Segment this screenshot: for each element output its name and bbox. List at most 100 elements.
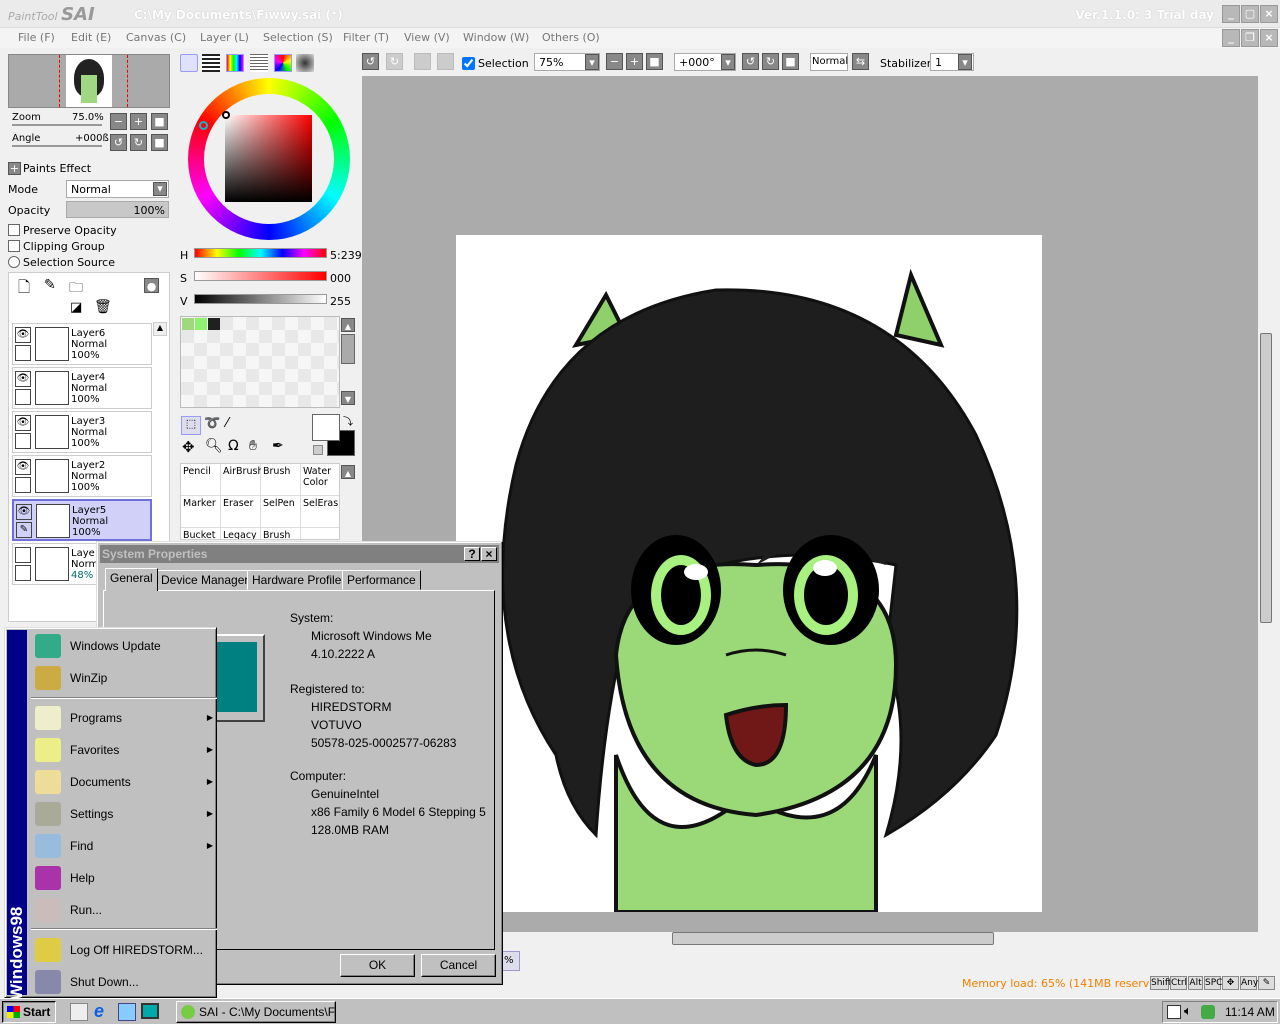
visibility-toggle[interactable] <box>15 547 31 563</box>
clock[interactable]: 11:14 AM <box>1225 1005 1275 1019</box>
dialog-close-button[interactable]: × <box>481 547 497 561</box>
tab-general[interactable]: General <box>105 568 158 591</box>
layer-lock-toggle[interactable] <box>15 565 31 581</box>
eye-icon[interactable]: 👁︎ <box>16 504 32 520</box>
deselect-button[interactable] <box>414 53 431 70</box>
saturation-slider[interactable] <box>194 271 327 281</box>
zoom-out-button[interactable]: − <box>606 53 623 70</box>
swatch-scroll-up[interactable]: ▲ <box>341 318 355 332</box>
undo-button[interactable]: ↺ <box>362 53 379 70</box>
menu-edit[interactable]: Edit (E) <box>71 31 111 44</box>
expand-plus-icon[interactable]: + <box>8 162 21 175</box>
start-button[interactable]: Start <box>2 1001 56 1023</box>
scratchpad-tab-icon[interactable] <box>296 54 314 72</box>
color-swatch[interactable] <box>208 318 220 330</box>
tab-hardware-profiles[interactable]: Hardware Profiles <box>247 570 353 590</box>
menu-view[interactable]: View (V) <box>404 31 450 44</box>
swap-colors-icon[interactable]: ⤵ <box>343 413 353 428</box>
start-menu-item[interactable]: Windows Update <box>29 630 217 662</box>
doc-restore-button[interactable]: ❐ <box>1241 29 1259 47</box>
lasso-tool[interactable]: ➰ <box>204 416 220 431</box>
swatch-scrollbar-thumb[interactable] <box>341 334 355 364</box>
new-linework-layer-icon[interactable]: ✎ <box>44 277 56 293</box>
doc-close-button[interactable]: × <box>1260 29 1278 47</box>
clipping-group-checkbox[interactable] <box>8 240 20 252</box>
layer-item[interactable]: 👁︎ Layer2 Normal 100% <box>12 455 152 497</box>
show-desktop-icon[interactable] <box>141 1003 159 1019</box>
hsv-slider-tab-icon[interactable] <box>226 54 244 72</box>
sv-picker-handle[interactable] <box>222 111 230 119</box>
brush-tool-eraser[interactable]: Eraser <box>221 496 261 528</box>
start-menu-item[interactable]: Help <box>29 862 217 894</box>
brush-tool-brush[interactable]: Brush <box>261 464 301 496</box>
eye-icon[interactable]: 👁︎ <box>15 415 31 431</box>
horizontal-scroll-thumb[interactable] <box>672 932 994 945</box>
pen-icon[interactable]: ✎ <box>16 522 32 538</box>
clear-layer-icon[interactable]: ◪ <box>70 300 82 315</box>
close-button[interactable]: × <box>1260 5 1278 23</box>
scheduler-icon[interactable] <box>1167 1005 1181 1019</box>
menu-window[interactable]: Window (W) <box>463 31 529 44</box>
brush-tool-selpen[interactable]: SelPen <box>261 496 301 528</box>
layer-lock-toggle[interactable] <box>15 433 31 449</box>
rotate-left-button[interactable]: ↺ <box>742 53 759 70</box>
nav-rotate-left-button[interactable]: ↺ <box>110 134 127 151</box>
preserve-opacity-checkbox[interactable] <box>8 224 20 236</box>
color-mixer-tab-icon[interactable] <box>250 54 268 72</box>
quicklaunch-channels-icon[interactable] <box>118 1003 136 1021</box>
invert-selection-button[interactable] <box>437 53 454 70</box>
start-menu-item[interactable]: Run... <box>29 894 217 926</box>
stabilizer-dropdown-icon[interactable]: ▾ <box>958 54 972 70</box>
color-swatch[interactable] <box>195 318 207 330</box>
start-menu-item[interactable]: Find ▶ <box>29 830 217 862</box>
vertical-scroll-thumb[interactable] <box>1260 333 1272 623</box>
eye-icon[interactable]: 👁︎ <box>15 459 31 475</box>
maximize-button[interactable]: ▢ <box>1241 5 1259 23</box>
layer-item[interactable]: 👁︎ Layer4 Normal 100% <box>12 367 152 409</box>
hand-tool-icon[interactable]: ✋︎ <box>249 438 257 454</box>
menu-layer[interactable]: Layer (L) <box>200 31 249 44</box>
internet-explorer-icon[interactable]: e <box>94 1001 104 1022</box>
layer-item[interactable]: 👁︎ Layer6 Normal 100% <box>12 323 152 365</box>
start-menu-item[interactable]: Favorites ▶ <box>29 734 217 766</box>
saturation-value-square[interactable] <box>225 115 312 202</box>
brush-tool-brush[interactable]: Brush <box>261 528 301 539</box>
trash-icon[interactable]: 🗑 <box>94 299 112 315</box>
tool-scroll-up[interactable]: ▲ <box>341 465 355 479</box>
foreground-color-swatch[interactable] <box>312 414 340 441</box>
help-button[interactable]: ? <box>464 547 480 561</box>
tab-performance[interactable]: Performance <box>342 570 421 590</box>
menu-others[interactable]: Others (O) <box>542 31 600 44</box>
start-menu-item[interactable]: Log Off HIREDSTORM... <box>29 934 217 966</box>
zoom-in-button[interactable]: + <box>626 53 643 70</box>
new-folder-icon[interactable]: 🗀 <box>69 277 83 301</box>
menu-file[interactable]: File (F) <box>18 31 55 44</box>
cancel-button[interactable]: Cancel <box>421 954 496 977</box>
zoom-dropdown-icon[interactable]: ▾ <box>585 54 599 70</box>
zoom-reset-button[interactable]: ■ <box>646 53 663 70</box>
quicklaunch-paint-icon[interactable] <box>70 1003 88 1021</box>
ok-button[interactable]: OK <box>340 954 415 977</box>
swatches-tab-icon[interactable] <box>274 54 292 72</box>
taskbar-sai-button[interactable]: SAI - C:\My Documents\Fi... <box>176 1001 336 1023</box>
start-menu-item[interactable]: WinZip <box>29 662 217 694</box>
rotate-right-button[interactable]: ↻ <box>762 53 779 70</box>
menu-canvas[interactable]: Canvas (C) <box>126 31 186 44</box>
minimize-button[interactable]: _ <box>1222 5 1240 23</box>
color-swatch[interactable] <box>182 318 194 330</box>
swatch-scroll-down[interactable]: ▼ <box>341 391 355 405</box>
nav-zoom-out-button[interactable]: − <box>110 113 127 130</box>
layer-lock-toggle[interactable] <box>15 477 31 493</box>
artwork-canvas[interactable] <box>456 235 1042 912</box>
zoom-tool-icon[interactable]: 🔍︎ <box>205 438 223 454</box>
network-icon[interactable] <box>1201 1005 1215 1019</box>
blend-mode-select[interactable]: Normal <box>810 53 848 71</box>
start-menu-item[interactable]: Programs ▶ <box>29 702 217 734</box>
layer-item[interactable]: 👁︎ ✎ Layer5 Normal 100% <box>12 499 152 541</box>
nav-zoom-reset-button[interactable]: ■ <box>151 113 168 130</box>
nav-rotate-reset-button[interactable]: ■ <box>151 134 168 151</box>
start-menu-item[interactable]: Documents ▶ <box>29 766 217 798</box>
eye-icon[interactable]: 👁︎ <box>15 327 31 343</box>
menu-selection[interactable]: Selection (S) <box>263 31 333 44</box>
eyedropper-tool-icon[interactable]: ✒ <box>272 438 284 454</box>
